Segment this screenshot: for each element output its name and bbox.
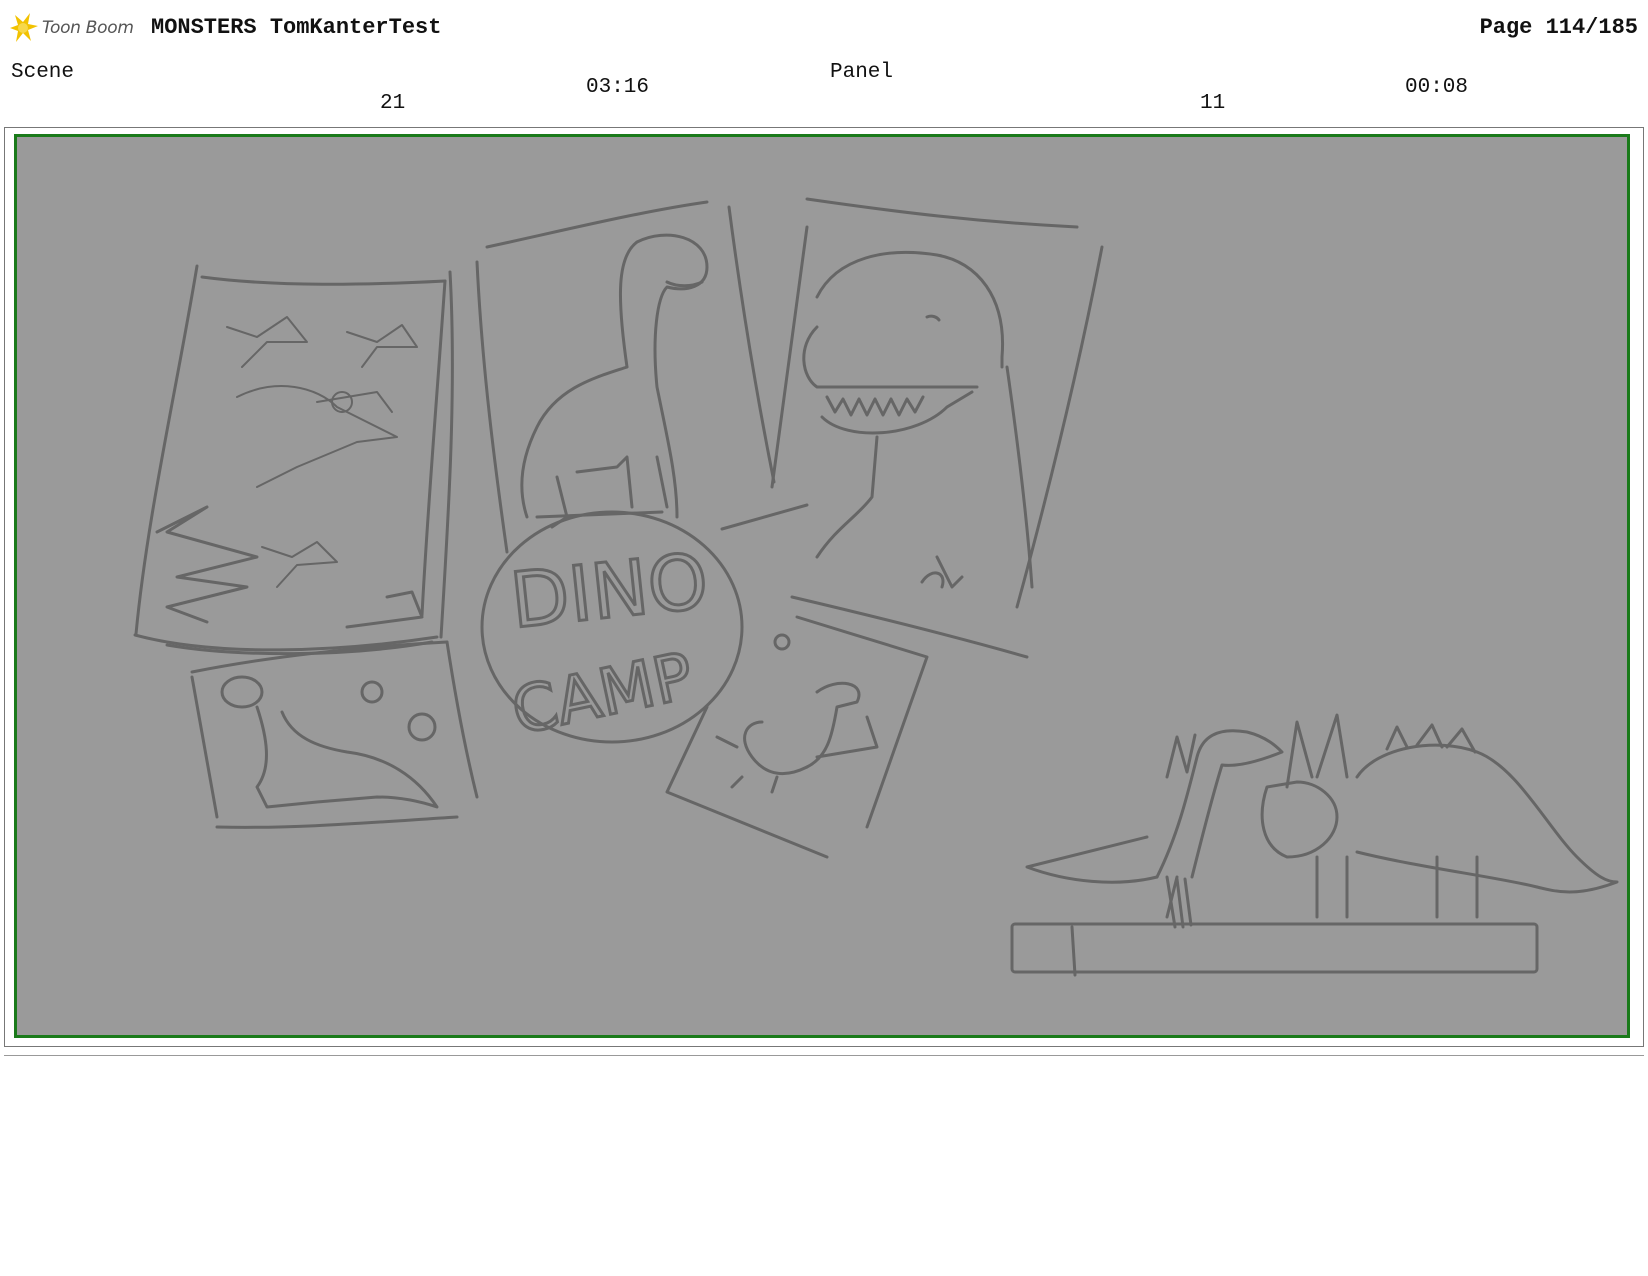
scene-duration: 03:16	[586, 76, 650, 99]
toon-boom-logo: Toon Boom	[6, 10, 136, 46]
poster-kid-drawing	[190, 640, 479, 829]
document-title: MONSTERS TomKanterTest	[151, 15, 442, 40]
toon-boom-star-icon	[10, 13, 38, 42]
panel-image: DINO CAMP	[14, 134, 1630, 1038]
scene-label: Scene	[11, 61, 75, 84]
poster-trex	[770, 197, 1104, 659]
sign-line-2: CAMP	[506, 639, 700, 749]
panel-number: 11	[1200, 92, 1226, 115]
sign-lettering: DINO CAMP	[504, 535, 713, 752]
panel-label: Panel	[830, 61, 894, 84]
scene-number: 21	[380, 92, 406, 115]
poster-small-trex	[665, 615, 929, 859]
storyboard-sketch: DINO CAMP	[133, 197, 1619, 977]
poster-longneck	[475, 200, 776, 554]
poster-pterodactyls	[133, 264, 454, 656]
toy-dinosaurs	[1010, 713, 1619, 977]
page-divider	[4, 1055, 1644, 1056]
sign-line-1: DINO	[506, 536, 712, 645]
logo-text: Toon Boom	[42, 18, 134, 38]
panel-duration: 00:08	[1405, 76, 1469, 99]
page-number: Page 114/185	[1479, 15, 1638, 40]
